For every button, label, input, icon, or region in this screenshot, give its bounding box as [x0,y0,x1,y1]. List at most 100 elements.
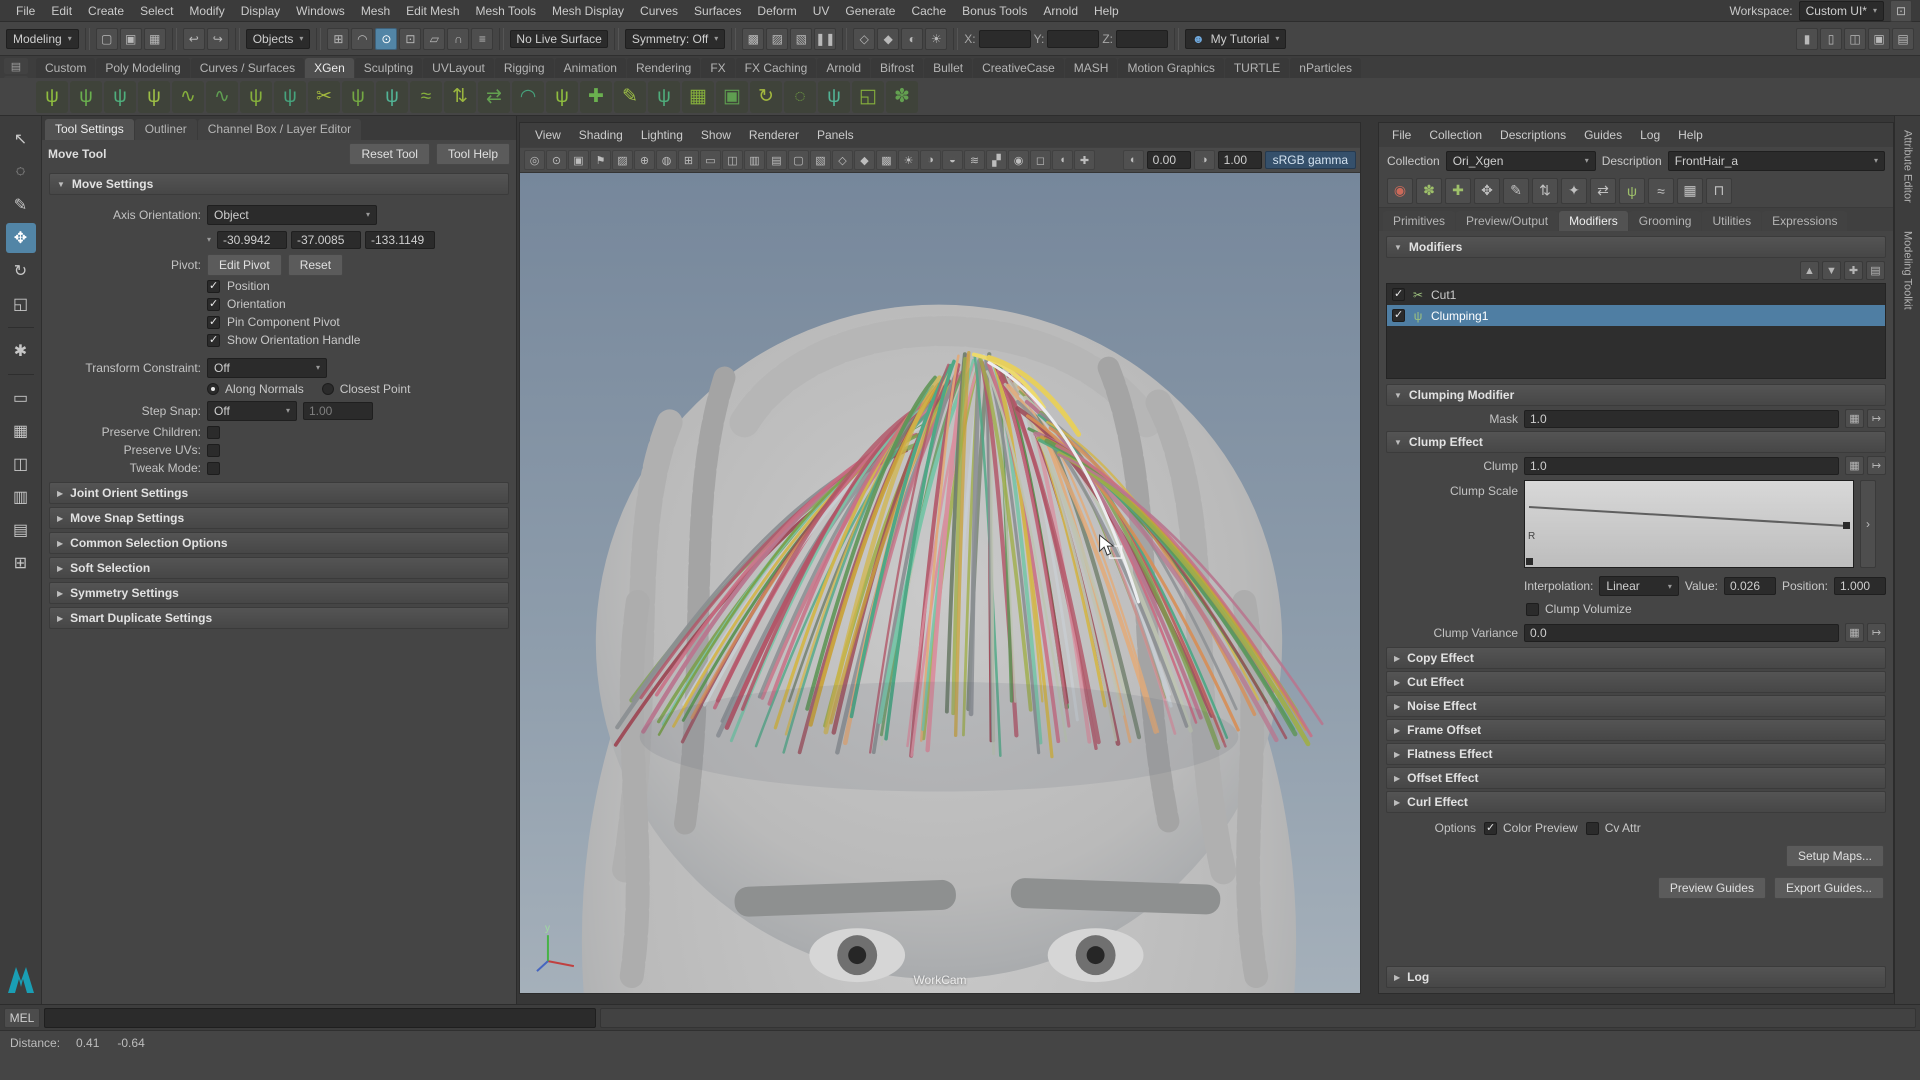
live-surface-field[interactable]: No Live Surface [510,30,607,48]
xgen-tab-utilities[interactable]: Utilities [1702,211,1761,231]
shelf-tab-turtle[interactable]: TURTLE [1225,58,1289,78]
sidebar-layers-icon[interactable]: ▤ [1892,28,1914,50]
axis-orientation-select[interactable]: Object ▾ [207,205,377,225]
scale-tool-icon[interactable]: ◱ [6,289,36,319]
groom-brush-icon[interactable]: ψ [274,81,306,113]
viewport-menu-panels[interactable]: Panels [808,128,863,142]
radio-along-normals[interactable]: Along Normals [207,382,304,396]
hair-freeze-icon[interactable]: ✽ [886,81,918,113]
shelf-tab-motion-graphics[interactable]: Motion Graphics [1118,58,1223,78]
gamma-input[interactable]: 1.00 [1218,151,1262,169]
save-scene-icon[interactable]: ▦ [144,28,166,50]
convert-to-poly-icon[interactable]: ▦ [682,81,714,113]
oversampling-icon[interactable]: ◍ [656,150,677,170]
xgen-menu-file[interactable]: File [1383,128,1420,142]
add-guide-icon[interactable]: ✚ [1445,178,1471,204]
xgen-create-description-icon[interactable]: ψ [36,81,68,113]
preview-guides-button[interactable]: Preview Guides [1658,877,1766,899]
shelf-tab-fx-caching[interactable]: FX Caching [736,58,817,78]
section-common-selection-options[interactable]: ▶ Common Selection Options [49,532,509,554]
flood-primitives-icon[interactable]: ≈ [1648,178,1674,204]
lock-icon[interactable]: ⊓ [1706,178,1732,204]
pane-outliner-layout-icon[interactable]: ▥ [6,482,36,512]
ipr-render-icon[interactable]: ▨ [766,28,788,50]
menu-create[interactable]: Create [80,0,132,21]
workspace-options-icon[interactable]: ⊡ [1890,0,1912,22]
shelf-tab-bullet[interactable]: Bullet [924,58,972,78]
four-pane-layout-icon[interactable]: ▦ [6,416,36,446]
setup-maps-button[interactable]: Setup Maps... [1786,845,1884,867]
xgen-tab-grooming[interactable]: Grooming [1629,211,1702,231]
groom-cut-icon[interactable]: ✂ [308,81,340,113]
map-button-icon[interactable]: ▦ [1845,623,1864,642]
viewport-menu-view[interactable]: View [526,128,570,142]
shelf-tab-fx[interactable]: FX [701,58,734,78]
textured-toggle-icon[interactable]: ◐ [901,28,923,50]
expression-maps-icon[interactable]: ▦ [1677,178,1703,204]
camera-attributes-icon[interactable]: ▣ [568,150,589,170]
checkbox-preserve-children-[interactable]: Preserve Children: [51,423,507,441]
tab-outliner[interactable]: Outliner [135,119,197,140]
hair-scale-icon[interactable]: ◱ [852,81,884,113]
xgen-menu-help[interactable]: Help [1669,128,1712,142]
checkbox-box[interactable] [207,426,220,439]
comb-guides-icon[interactable]: ψ [1619,178,1645,204]
groom-clump-icon[interactable]: ψ [342,81,374,113]
shelf-tab-poly-modeling[interactable]: Poly Modeling [96,58,189,78]
section-cut-effect[interactable]: ▶ Cut Effect [1386,671,1886,693]
field-chart-icon[interactable]: ▤ [766,150,787,170]
last-tool-icon[interactable]: ✱ [6,336,36,366]
menu-surfaces[interactable]: Surfaces [686,0,749,21]
xgen-tab-expressions[interactable]: Expressions [1762,211,1847,231]
checkbox-box[interactable] [207,462,220,475]
xray-icon[interactable]: ◖ [1052,150,1073,170]
shelf-tab-rendering[interactable]: Rendering [627,58,700,78]
section-noise-effect[interactable]: ▶ Noise Effect [1386,695,1886,717]
viewport-menu-show[interactable]: Show [692,128,740,142]
checkbox-show-orientation-handle[interactable]: Show Orientation Handle [51,331,507,349]
groom-bend-icon[interactable]: ◠ [512,81,544,113]
checkbox-box[interactable] [207,280,220,293]
clump-input[interactable]: 1.0 [1524,457,1839,475]
menu-arnold[interactable]: Arnold [1035,0,1086,21]
xgen-export-icon[interactable]: ψ [104,81,136,113]
groom-smooth-icon[interactable]: ψ [376,81,408,113]
ramp-key-handle[interactable] [1526,558,1533,565]
vertical-tab-modeling-toolkit[interactable]: Modeling Toolkit [1902,231,1914,310]
viewport-menu-shading[interactable]: Shading [570,128,632,142]
color-preview-option[interactable]: Color Preview [1484,821,1578,835]
vertical-tab-attribute-editor[interactable]: Attribute Editor [1902,130,1914,203]
selection-mask-select[interactable]: Objects ▾ [246,29,311,49]
expression-button-icon[interactable]: ↦ [1867,409,1886,428]
clump-variance-input[interactable]: 0.0 [1524,624,1839,642]
render-icon[interactable]: ▩ [742,28,764,50]
menu-mesh-display[interactable]: Mesh Display [544,0,632,21]
radio-circle[interactable] [207,383,219,395]
xgen-menu-collection[interactable]: Collection [1420,128,1491,142]
paint-select-tool-icon[interactable]: ✎ [6,190,36,220]
make-live-icon[interactable]: ∩ [447,28,469,50]
map-button-icon[interactable]: ▦ [1845,409,1864,428]
multisample-aa-icon[interactable]: ▞ [986,150,1007,170]
description-select[interactable]: FrontHair_a ▾ [1668,151,1885,171]
gate-mask-icon[interactable]: ▥ [744,150,765,170]
shelf-tab-rigging[interactable]: Rigging [495,58,554,78]
groom-noise-icon[interactable]: ≈ [410,81,442,113]
checkbox-box[interactable] [207,334,220,347]
menu-display[interactable]: Display [233,0,288,21]
step-snap-amount-input[interactable]: 1.00 [303,402,373,420]
xgen-add-collection-icon[interactable]: ψ [70,81,102,113]
xgen-cache-icon[interactable]: ▣ [716,81,748,113]
clump-volumize-checkbox[interactable] [1526,603,1539,616]
groom-width-icon[interactable]: ⇄ [478,81,510,113]
ramp-expand-button[interactable]: › [1860,480,1876,568]
menu-edit-mesh[interactable]: Edit Mesh [398,0,467,21]
sculpt-guide-icon[interactable]: ✎ [1503,178,1529,204]
xgen-menu-log[interactable]: Log [1631,128,1669,142]
film-gate-icon[interactable]: ▭ [700,150,721,170]
position-input[interactable]: 1.000 [1834,577,1886,595]
cv-attr-checkbox[interactable] [1586,822,1599,835]
reset-pivot-button[interactable]: Reset [288,254,343,276]
move-settings-header[interactable]: ▼ Move Settings [49,173,509,195]
section-symmetry-settings[interactable]: ▶ Symmetry Settings [49,582,509,604]
